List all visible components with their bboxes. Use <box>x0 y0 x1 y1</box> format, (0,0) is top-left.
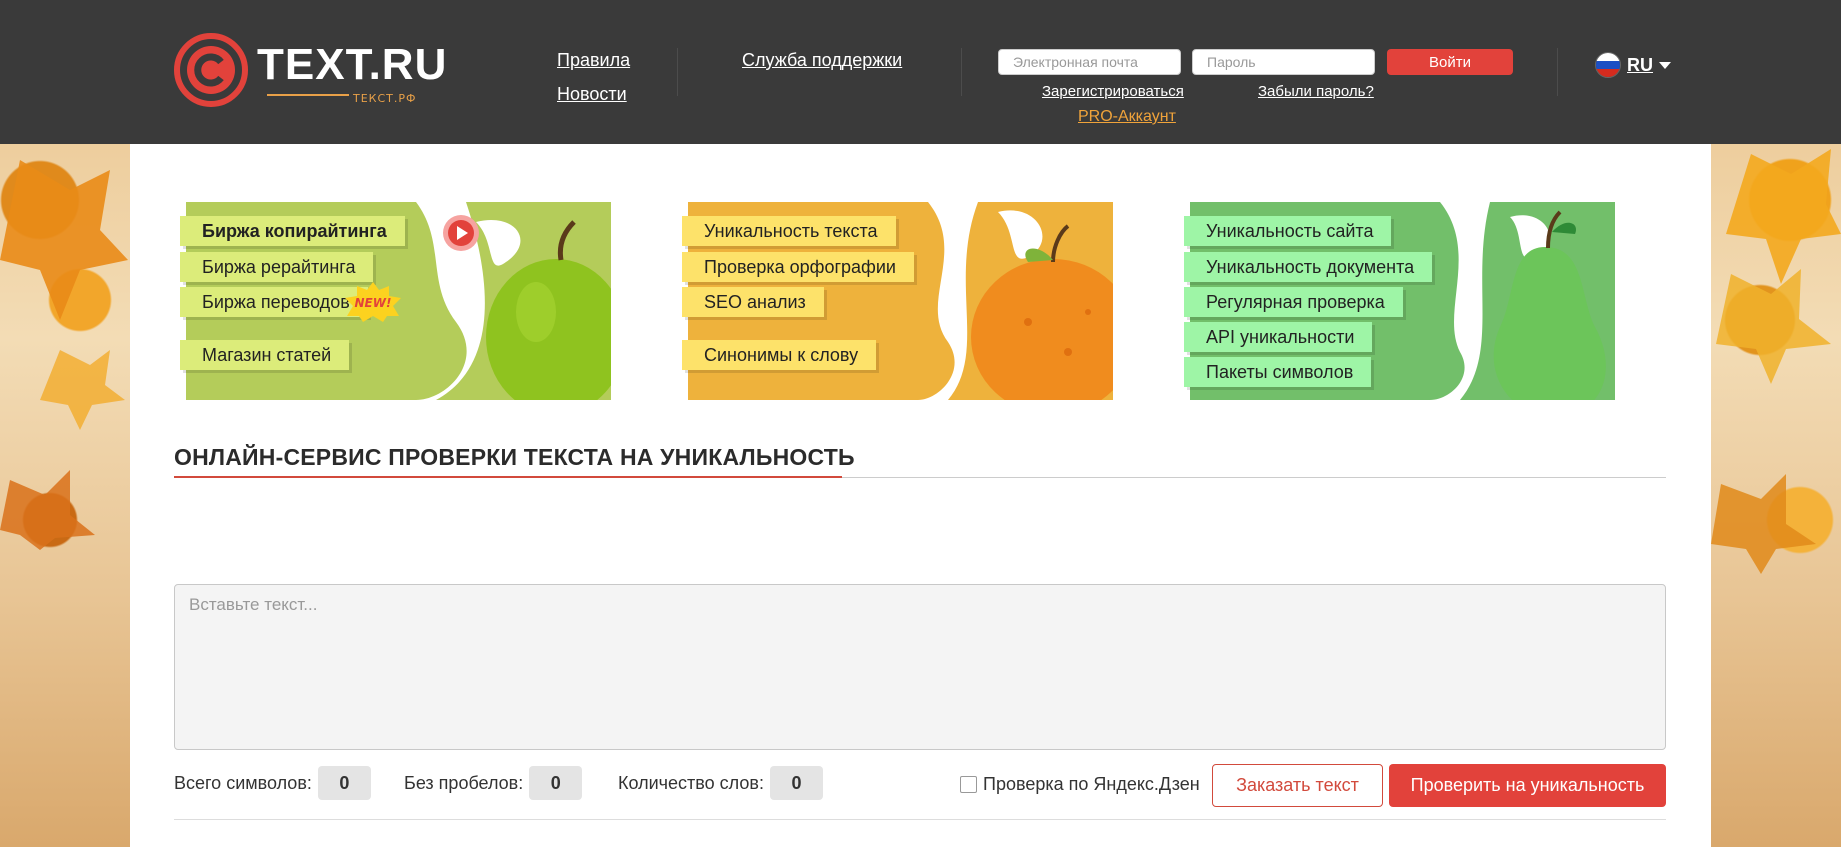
nospace-chars-label: Без пробелов: <box>404 772 524 793</box>
total-chars-value: 0 <box>317 766 371 800</box>
banner-item-label: Уникальность текста <box>704 221 878 241</box>
checkbox-box[interactable] <box>960 776 977 793</box>
header-divider <box>961 48 962 96</box>
text-input-area[interactable] <box>174 584 1666 750</box>
banner-item-symbol-packages[interactable]: Пакеты символов <box>1184 357 1372 387</box>
banner-exchange: Биржа копирайтинга Биржа рерайтинга Бирж… <box>180 202 639 402</box>
yandex-zen-label: Проверка по Яндекс.Дзен <box>983 774 1200 794</box>
logo-text: TEXT.RU <box>257 40 448 89</box>
banner-item-api-uniqueness[interactable]: API уникальности <box>1184 322 1373 352</box>
autumn-leaf-icon <box>0 160 128 550</box>
banner-item-label: Синонимы к слову <box>704 345 859 365</box>
nav-news-link[interactable]: Новости <box>557 84 627 105</box>
banner-item-rewriting-exchange[interactable]: Биржа рерайтинга <box>180 252 374 282</box>
nospace-chars-counter: Без пробелов: 0 <box>404 766 583 800</box>
banner-item-translation-exchange[interactable]: Биржа переводов <box>180 287 368 317</box>
nav-rules-link[interactable]: Правила <box>557 50 630 71</box>
header-divider <box>677 48 678 96</box>
order-text-button[interactable]: Заказать текст <box>1212 764 1383 807</box>
banner-services: Уникальность сайта Уникальность документ… <box>1184 202 1643 402</box>
nospace-chars-value: 0 <box>529 766 583 800</box>
logo-underline <box>267 94 349 96</box>
header-divider <box>1557 48 1558 96</box>
banner-item-label: Проверка орфографии <box>704 257 896 277</box>
bottom-divider <box>174 819 1666 820</box>
play-video-icon[interactable] <box>442 214 480 252</box>
word-count-counter: Количество слов: 0 <box>618 766 823 800</box>
email-field[interactable] <box>998 49 1181 75</box>
banner-item-copywriting-exchange[interactable]: Биржа копирайтинга <box>180 216 405 246</box>
banner-item-regular-check[interactable]: Регулярная проверка <box>1184 287 1403 317</box>
yandex-zen-checkbox[interactable]: Проверка по Яндекс.Дзен <box>960 774 1200 795</box>
new-badge: NEW! <box>345 282 401 322</box>
chevron-down-icon <box>1659 61 1671 69</box>
word-count-label: Количество слов: <box>618 772 764 793</box>
banner-item-label: API уникальности <box>1206 327 1355 347</box>
banner-tools: Уникальность текста Проверка орфографии … <box>682 202 1141 402</box>
copyright-logo-icon <box>174 33 248 107</box>
site-logo[interactable]: TEXT.RU ТЕКСТ.РФ <box>173 32 446 112</box>
password-field[interactable] <box>1192 49 1375 75</box>
banner-item-seo-analysis[interactable]: SEO анализ <box>682 287 824 317</box>
banner-item-label: Уникальность документа <box>1206 257 1415 277</box>
banner-item-document-uniqueness[interactable]: Уникальность документа <box>1184 252 1433 282</box>
register-link[interactable]: Зарегистрироваться <box>1042 83 1184 100</box>
banner-item-label: Биржа переводов <box>202 292 350 312</box>
autumn-leaf-icon <box>1711 149 1841 574</box>
language-selector[interactable]: RU <box>1595 52 1671 78</box>
page-title: ОНЛАЙН-СЕРВИС ПРОВЕРКИ ТЕКСТА НА УНИКАЛЬ… <box>174 444 855 470</box>
title-underline <box>174 476 842 478</box>
banner-item-label: Биржа копирайтинга <box>202 221 387 241</box>
svg-text:NEW!: NEW! <box>355 296 392 310</box>
total-chars-label: Всего символов: <box>174 772 312 793</box>
banner-item-site-uniqueness[interactable]: Уникальность сайта <box>1184 216 1392 246</box>
site-header: TEXT.RU ТЕКСТ.РФ Правила Новости Служба … <box>0 0 1841 144</box>
banner-item-label: Пакеты символов <box>1206 362 1354 382</box>
russia-flag-icon <box>1595 52 1621 78</box>
main-content: Биржа копирайтинга Биржа рерайтинга Бирж… <box>130 144 1711 847</box>
forgot-password-link[interactable]: Забыли пароль? <box>1258 83 1374 100</box>
banner-item-label: Уникальность сайта <box>1206 221 1374 241</box>
total-chars-counter: Всего символов: 0 <box>174 766 371 800</box>
banner-item-label: Биржа рерайтинга <box>202 257 356 277</box>
login-button[interactable]: Войти <box>1387 49 1513 75</box>
word-count-value: 0 <box>769 766 823 800</box>
check-uniqueness-button[interactable]: Проверить на уникальность <box>1389 764 1666 807</box>
logo-subtitle: ТЕКСТ.РФ <box>353 92 417 105</box>
nav-support-link[interactable]: Служба поддержки <box>742 50 902 71</box>
banner-item-label: Регулярная проверка <box>1206 292 1385 312</box>
banner-item-text-uniqueness[interactable]: Уникальность текста <box>682 216 896 246</box>
language-label: RU <box>1627 54 1653 75</box>
pro-account-link[interactable]: PRO-Аккаунт <box>1078 108 1176 126</box>
banner-item-label: SEO анализ <box>704 292 806 312</box>
banner-item-spell-check[interactable]: Проверка орфографии <box>682 252 914 282</box>
banner-item-label: Магазин статей <box>202 345 332 365</box>
banner-item-article-shop[interactable]: Магазин статей <box>180 340 350 370</box>
banner-item-synonyms[interactable]: Синонимы к слову <box>682 340 877 370</box>
